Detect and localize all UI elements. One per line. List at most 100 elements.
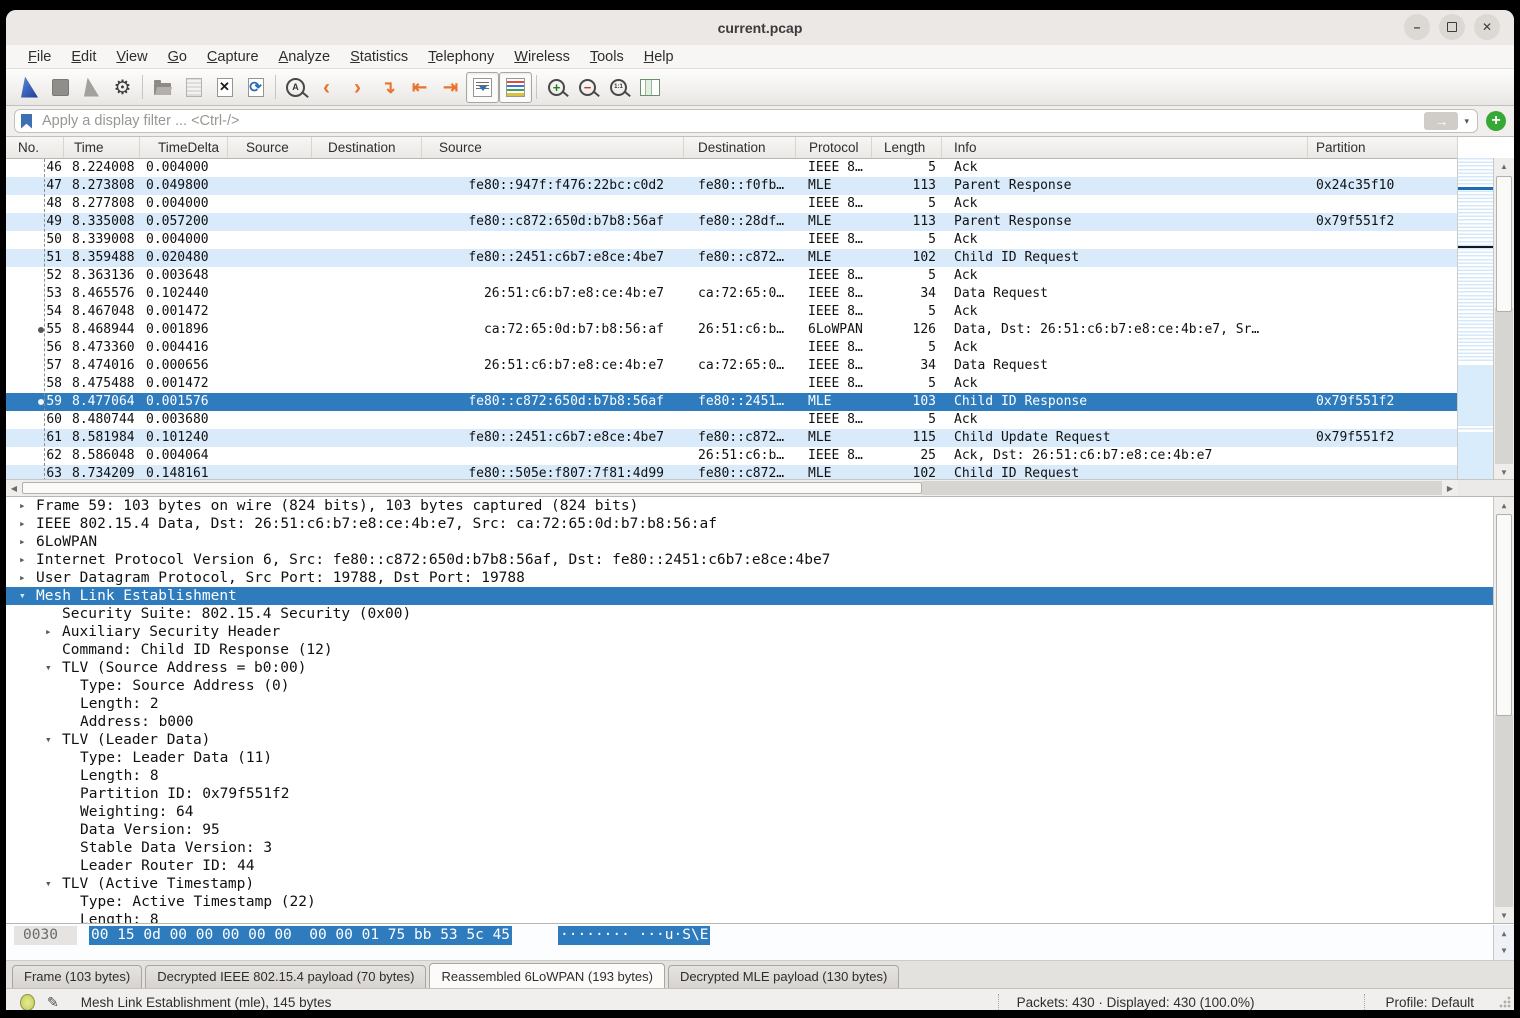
go-forward-button[interactable]	[342, 73, 373, 102]
close-button[interactable]	[1474, 14, 1500, 40]
detail-line[interactable]: Security Suite: 802.15.4 Security (0x00)	[6, 605, 1514, 623]
zoom-out-button[interactable]	[572, 73, 603, 102]
bytes-tab[interactable]: Decrypted MLE payload (130 bytes)	[668, 965, 899, 988]
expander-down-icon[interactable]: ▾	[45, 659, 52, 677]
detail-line[interactable]: ▸Internet Protocol Version 6, Src: fe80:…	[6, 551, 1514, 569]
detail-line[interactable]: ▸User Datagram Protocol, Src Port: 19788…	[6, 569, 1514, 587]
go-first-button[interactable]	[404, 73, 435, 102]
packet-row[interactable]: 498.3350080.057200fe80::c872:650d:b7b8:5…	[6, 213, 1458, 231]
detail-line[interactable]: ▾TLV (Leader Data)	[6, 731, 1514, 749]
column-header-partition[interactable]: Partition	[1308, 137, 1458, 158]
packet-row[interactable]: 548.4670480.001472IEEE 8…5Ack	[6, 303, 1458, 321]
packet-row[interactable]: 568.4733600.004416IEEE 8…5Ack	[6, 339, 1458, 357]
expander-down-icon[interactable]: ▾	[45, 875, 52, 893]
bytes-vscrollbar[interactable]: ▲ ▼	[1493, 925, 1514, 960]
column-header-time[interactable]: Time	[64, 137, 140, 158]
menu-item-statistics[interactable]: Statistics	[340, 48, 418, 66]
detail-line[interactable]: ▾TLV (Source Address = b0:00)	[6, 659, 1514, 677]
details-vscrollbar[interactable]: ▲ ▼	[1493, 497, 1514, 923]
packet-row[interactable]: 468.2240080.004000IEEE 8…5Ack	[6, 159, 1458, 177]
detail-line[interactable]: Length: 2	[6, 695, 1514, 713]
stop-capture-button[interactable]	[45, 73, 76, 102]
column-header-info[interactable]: Info	[942, 137, 1308, 158]
column-header-source[interactable]: Source	[228, 137, 312, 158]
display-filter-input[interactable]	[40, 112, 1424, 130]
column-header-source[interactable]: Source	[422, 137, 684, 158]
detail-line[interactable]: Data Version: 95	[6, 821, 1514, 839]
menu-item-file[interactable]: File	[18, 48, 61, 66]
zoom-in-button[interactable]	[541, 73, 572, 102]
add-filter-button-icon[interactable]	[1486, 111, 1506, 131]
resize-grip[interactable]	[1498, 995, 1512, 1009]
detail-line[interactable]: Length: 8	[6, 767, 1514, 785]
packet-row[interactable]: 518.3594880.020480fe80::2451:c6b7:e8ce:4…	[6, 249, 1458, 267]
capture-options-button[interactable]	[107, 73, 138, 102]
hex-ascii-selected[interactable]: ········ ···u·S\E	[558, 926, 710, 945]
autoscroll-button[interactable]	[466, 72, 499, 103]
menu-item-telephony[interactable]: Telephony	[418, 48, 504, 66]
zoom-original-button[interactable]	[603, 73, 634, 102]
reload-file-button[interactable]	[240, 73, 271, 102]
go-to-packet-button[interactable]	[373, 73, 404, 102]
start-capture-button[interactable]	[14, 73, 45, 102]
menu-item-analyze[interactable]: Analyze	[269, 48, 341, 66]
menu-item-view[interactable]: View	[106, 48, 157, 66]
packet-row[interactable]: 478.2738080.049800fe80::947f:f476:22bc:c…	[6, 177, 1458, 195]
bytes-tab[interactable]: Frame (103 bytes)	[12, 965, 142, 988]
minimize-button[interactable]	[1404, 14, 1430, 40]
packet-row[interactable]: 538.4655760.10244026:51:c6:b7:e8:ce:4b:e…	[6, 285, 1458, 303]
expander-down-icon[interactable]: ▾	[45, 731, 52, 749]
column-header-no[interactable]: No.	[6, 137, 64, 158]
detail-line[interactable]: Type: Active Timestamp (22)	[6, 893, 1514, 911]
find-packet-button[interactable]	[280, 73, 311, 102]
expert-info-icon[interactable]	[20, 994, 35, 1011]
expander-right-icon[interactable]: ▸	[19, 533, 26, 551]
scrollbar-thumb[interactable]	[22, 482, 922, 494]
detail-line[interactable]: Length: 8	[6, 911, 1514, 923]
column-header-timedelta[interactable]: TimeDelta	[140, 137, 228, 158]
scrollbar-thumb[interactable]	[1496, 514, 1512, 716]
packet-row[interactable]: 488.2778080.004000IEEE 8…5Ack	[6, 195, 1458, 213]
scroll-left-icon[interactable]: ◀	[6, 480, 22, 496]
packet-row[interactable]: 598.4770640.001576fe80::c872:650d:b7b8:5…	[6, 393, 1458, 411]
detail-line[interactable]: Leader Router ID: 44	[6, 857, 1514, 875]
detail-line[interactable]: Address: b000	[6, 713, 1514, 731]
bookmark-icon[interactable]	[21, 114, 32, 129]
apply-filter-button[interactable]	[1424, 112, 1458, 130]
packet-list[interactable]: 468.2240080.004000IEEE 8…5Ack478.2738080…	[6, 159, 1458, 481]
expander-right-icon[interactable]: ▸	[19, 497, 26, 515]
maximize-button[interactable]	[1439, 14, 1465, 40]
open-file-button[interactable]	[147, 73, 178, 102]
packet-row[interactable]: 558.4689440.001896ca:72:65:0d:b7:b8:56:a…	[6, 321, 1458, 339]
scroll-down-icon[interactable]: ▼	[1494, 907, 1514, 923]
packet-details-pane[interactable]: ▸Frame 59: 103 bytes on wire (824 bits),…	[6, 496, 1514, 923]
detail-line[interactable]: ▾Mesh Link Establishment	[6, 587, 1514, 605]
scroll-up-icon[interactable]: ▲	[1494, 158, 1514, 174]
resize-columns-button[interactable]	[634, 73, 665, 102]
packet-row[interactable]: 628.5860480.00406426:51:c6:b…IEEE 8…25Ac…	[6, 447, 1458, 465]
scrollbar-thumb[interactable]	[1496, 176, 1512, 312]
hex-row[interactable]: 0030 00 15 0d 00 00 00 00 00 00 00 01 75…	[6, 926, 1514, 945]
detail-line[interactable]: ▸IEEE 802.15.4 Data, Dst: 26:51:c6:b7:e8…	[6, 515, 1514, 533]
column-header-protocol[interactable]: Protocol	[796, 137, 872, 158]
detail-line[interactable]: ▸Auxiliary Security Header	[6, 623, 1514, 641]
detail-line[interactable]: Weighting: 64	[6, 803, 1514, 821]
display-filter-field[interactable]: ▾	[14, 109, 1478, 133]
packet-list-vscrollbar[interactable]: ▲ ▼	[1493, 158, 1514, 480]
scroll-up-icon[interactable]: ▲	[1494, 497, 1514, 513]
packet-row[interactable]: 618.5819840.101240fe80::2451:c6b7:e8ce:4…	[6, 429, 1458, 447]
status-profile[interactable]: Profile: Default	[1365, 995, 1498, 1010]
hex-bytes-selected[interactable]: 00 15 0d 00 00 00 00 00 00 00 01 75 bb 5…	[89, 926, 512, 945]
go-last-button[interactable]	[435, 73, 466, 102]
packet-bytes-pane[interactable]: 0030 00 15 0d 00 00 00 00 00 00 00 01 75…	[6, 923, 1514, 960]
close-file-button[interactable]	[209, 73, 240, 102]
bytes-tab[interactable]: Decrypted IEEE 802.15.4 payload (70 byte…	[145, 965, 426, 988]
expander-right-icon[interactable]: ▸	[19, 551, 26, 569]
detail-line[interactable]: ▾TLV (Active Timestamp)	[6, 875, 1514, 893]
column-header-length[interactable]: Length	[872, 137, 942, 158]
scroll-right-icon[interactable]: ▶	[1442, 480, 1458, 496]
packet-list-hscrollbar[interactable]: ◀ ▶	[6, 479, 1458, 496]
scroll-down-icon[interactable]: ▼	[1494, 942, 1514, 958]
go-back-button[interactable]	[311, 73, 342, 102]
bytes-tab[interactable]: Reassembled 6LoWPAN (193 bytes)	[429, 963, 664, 988]
